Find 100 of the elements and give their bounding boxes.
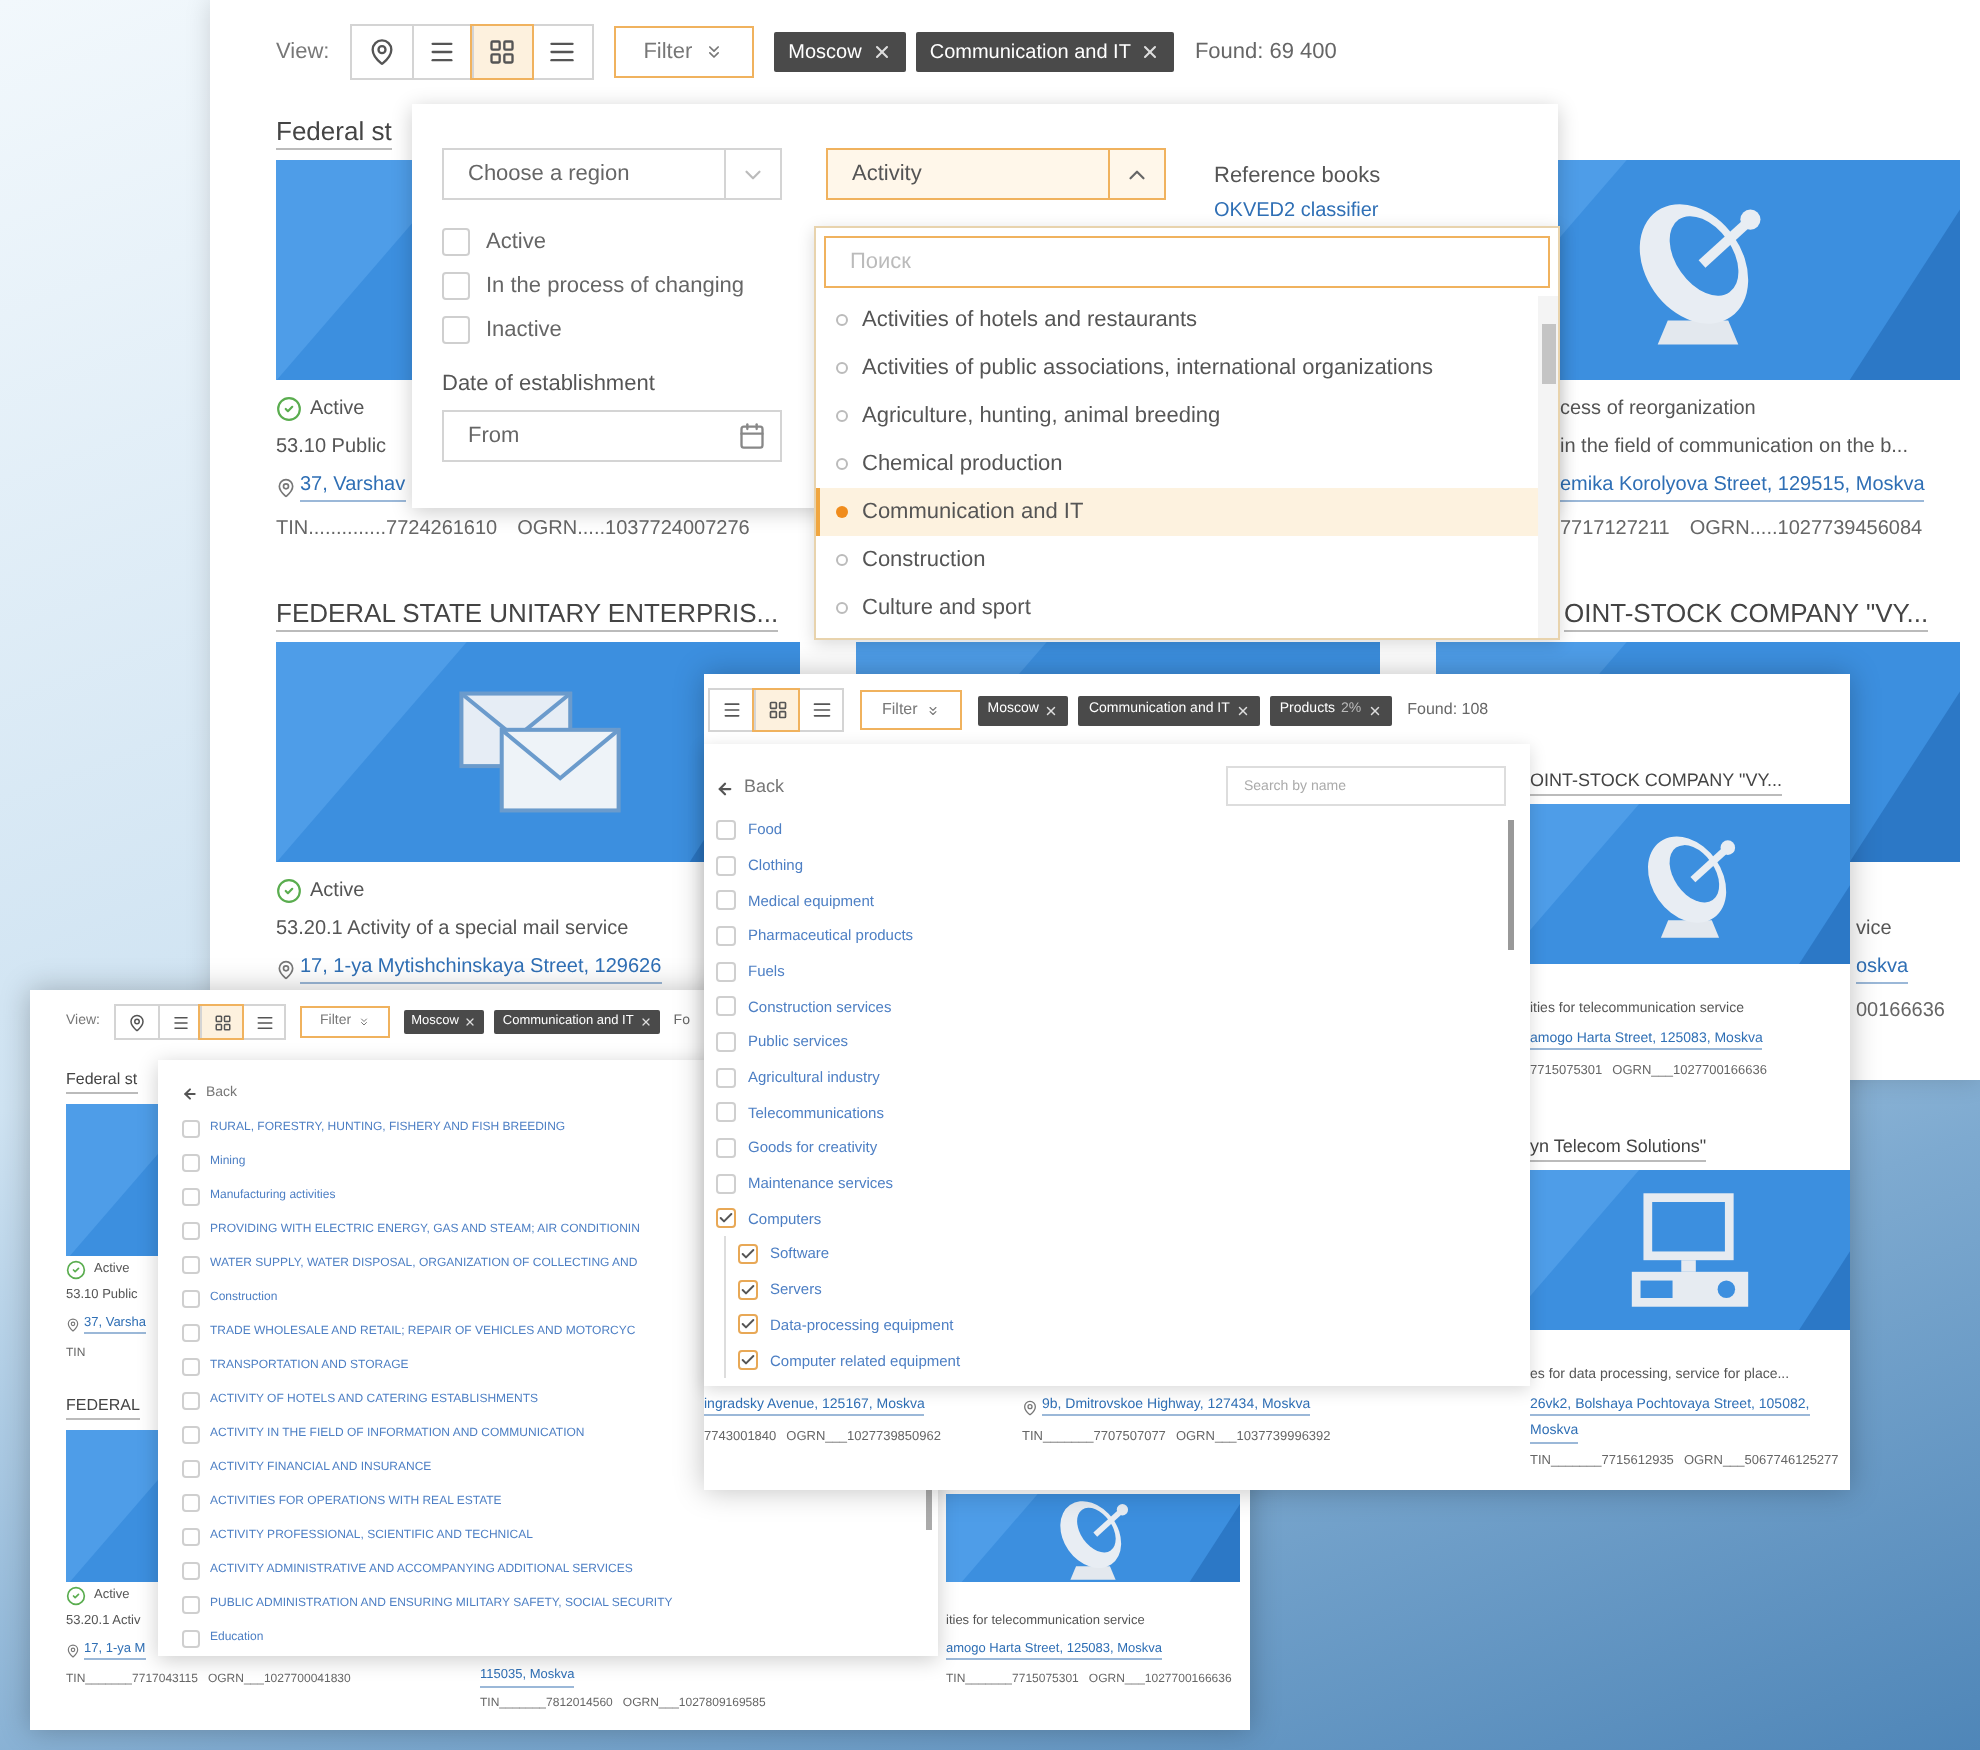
- checkbox[interactable]: [738, 1314, 758, 1335]
- checkbox[interactable]: [182, 1120, 200, 1138]
- chevrons-down-icon: [357, 1016, 370, 1028]
- address-link[interactable]: emika Korolyova Street, 129515, Moskva: [1560, 474, 1925, 502]
- address-link[interactable]: 37, Varshav: [300, 474, 406, 502]
- ogrn-text: OGRN.....1027739456084: [1689, 515, 1923, 543]
- checkbox[interactable]: [182, 1154, 200, 1172]
- checkbox[interactable]: [442, 272, 470, 300]
- filter-button[interactable]: Filter: [860, 690, 962, 730]
- activity-text: 53.20.1 Activity of a special mail service: [276, 916, 629, 944]
- checkbox[interactable]: [716, 1208, 736, 1229]
- checkbox[interactable]: [182, 1596, 200, 1614]
- close-icon: [1044, 703, 1059, 717]
- checkbox[interactable]: [738, 1279, 758, 1300]
- checkbox[interactable]: [442, 316, 470, 344]
- checkbox[interactable]: [182, 1562, 200, 1580]
- checkbox[interactable]: [182, 1256, 200, 1274]
- pin-icon: [367, 38, 396, 66]
- scrollbar[interactable]: [926, 1490, 932, 1530]
- checkbox[interactable]: [738, 1244, 758, 1265]
- menu-icon: [171, 1013, 189, 1031]
- activity-option[interactable]: Construction: [816, 536, 1538, 584]
- scrollbar[interactable]: [1541, 324, 1555, 384]
- lines-icon: [255, 1013, 273, 1031]
- address-link[interactable]: 17, 1-ya Mytishchinskaya Street, 129626: [300, 956, 662, 984]
- checkbox[interactable]: [716, 855, 736, 876]
- checkbox[interactable]: [442, 228, 470, 256]
- checkbox[interactable]: [182, 1290, 200, 1308]
- activity-select[interactable]: Activity: [826, 148, 1166, 200]
- view-label: View:: [276, 37, 330, 68]
- checkbox[interactable]: [716, 890, 736, 911]
- region-select[interactable]: Choose a region: [442, 148, 782, 200]
- company-title[interactable]: Federal st: [66, 1072, 138, 1094]
- grid-icon: [213, 1013, 231, 1031]
- activity-option[interactable]: Activities of hotels and restaurants: [816, 296, 1538, 344]
- tin-text: 7717127211: [1560, 515, 1670, 543]
- checkmark-icon: [740, 1281, 756, 1298]
- back-link[interactable]: Back: [716, 772, 785, 804]
- checkbox[interactable]: [716, 1102, 736, 1123]
- activity-option[interactable]: Communication and IT: [816, 488, 1538, 536]
- lines-icon: [548, 38, 577, 66]
- checkbox[interactable]: [716, 925, 736, 946]
- status-text: Active: [310, 396, 365, 424]
- status-option[interactable]: Active: [486, 225, 546, 259]
- menu-icon: [722, 700, 742, 720]
- checkbox[interactable]: [182, 1222, 200, 1240]
- checkbox[interactable]: [182, 1460, 200, 1478]
- filter-tag[interactable]: Communication and IT: [915, 32, 1175, 72]
- activity-option[interactable]: Activities of public associations, international organizations: [816, 344, 1538, 392]
- company-title[interactable]: FEDERAL: [66, 1398, 140, 1420]
- checkbox[interactable]: [716, 1031, 736, 1052]
- close-icon: [1367, 703, 1382, 717]
- company-title[interactable]: FEDERAL STATE UNITARY ENTERPRIS...: [276, 600, 779, 632]
- close-icon: [1140, 42, 1161, 62]
- checkbox[interactable]: [716, 1067, 736, 1088]
- chevrons-down-icon: [925, 703, 940, 717]
- checkbox[interactable]: [716, 1138, 736, 1159]
- checkbox[interactable]: [716, 1173, 736, 1194]
- grid-view-button[interactable]: [200, 1006, 242, 1038]
- checkbox[interactable]: [182, 1630, 200, 1648]
- filter-tag[interactable]: Moscow: [774, 32, 906, 72]
- company-title[interactable]: Federal st: [276, 118, 392, 150]
- status-option[interactable]: Inactive: [486, 313, 562, 347]
- grid-view-button[interactable]: [754, 690, 798, 730]
- checkbox[interactable]: [716, 996, 736, 1017]
- menu-icon: [428, 38, 457, 66]
- date-field[interactable]: From: [442, 410, 782, 462]
- checkbox[interactable]: [738, 1350, 758, 1371]
- company-title[interactable]: OINT-STOCK COMPANY "VY...: [1564, 600, 1929, 632]
- close-icon: [871, 42, 892, 62]
- checkbox[interactable]: [182, 1392, 200, 1410]
- activity-option[interactable]: Agriculture, hunting, animal breeding: [816, 392, 1538, 440]
- close-icon: [639, 1016, 652, 1028]
- checkbox[interactable]: [716, 819, 736, 840]
- checkbox[interactable]: [182, 1188, 200, 1206]
- status-option[interactable]: In the process of changing: [486, 269, 745, 303]
- ogrn-text: 00166636: [1856, 997, 1945, 1025]
- checkmark-icon: [740, 1316, 756, 1333]
- activity-option[interactable]: Chemical production: [816, 440, 1538, 488]
- checkbox[interactable]: [182, 1324, 200, 1342]
- chevrons-down-icon: [704, 42, 725, 62]
- checkmark-icon: [740, 1246, 756, 1263]
- address-link[interactable]: oskva: [1856, 956, 1909, 984]
- reference-title: Reference books: [1214, 162, 1381, 192]
- search-field[interactable]: Поиск: [824, 236, 1550, 288]
- date-label: Date of establishment: [442, 370, 657, 400]
- status-text: cess of reorganization: [1560, 396, 1756, 424]
- checkbox[interactable]: [182, 1494, 200, 1512]
- checkbox[interactable]: [716, 961, 736, 982]
- ogrn-text: OGRN.....1037724007276: [517, 515, 750, 543]
- checkbox[interactable]: [182, 1358, 200, 1376]
- close-icon: [1235, 703, 1250, 717]
- checkbox[interactable]: [182, 1528, 200, 1546]
- pin-icon: [128, 1013, 146, 1031]
- checkmark-icon: [740, 1352, 756, 1369]
- checkbox[interactable]: [182, 1426, 200, 1444]
- grid-view-button[interactable]: [471, 26, 532, 78]
- activity-option[interactable]: Culture and sport: [816, 584, 1538, 632]
- classifier-link[interactable]: OKVED2 classifier: [1214, 195, 1381, 225]
- filter-button[interactable]: Filter: [613, 26, 755, 78]
